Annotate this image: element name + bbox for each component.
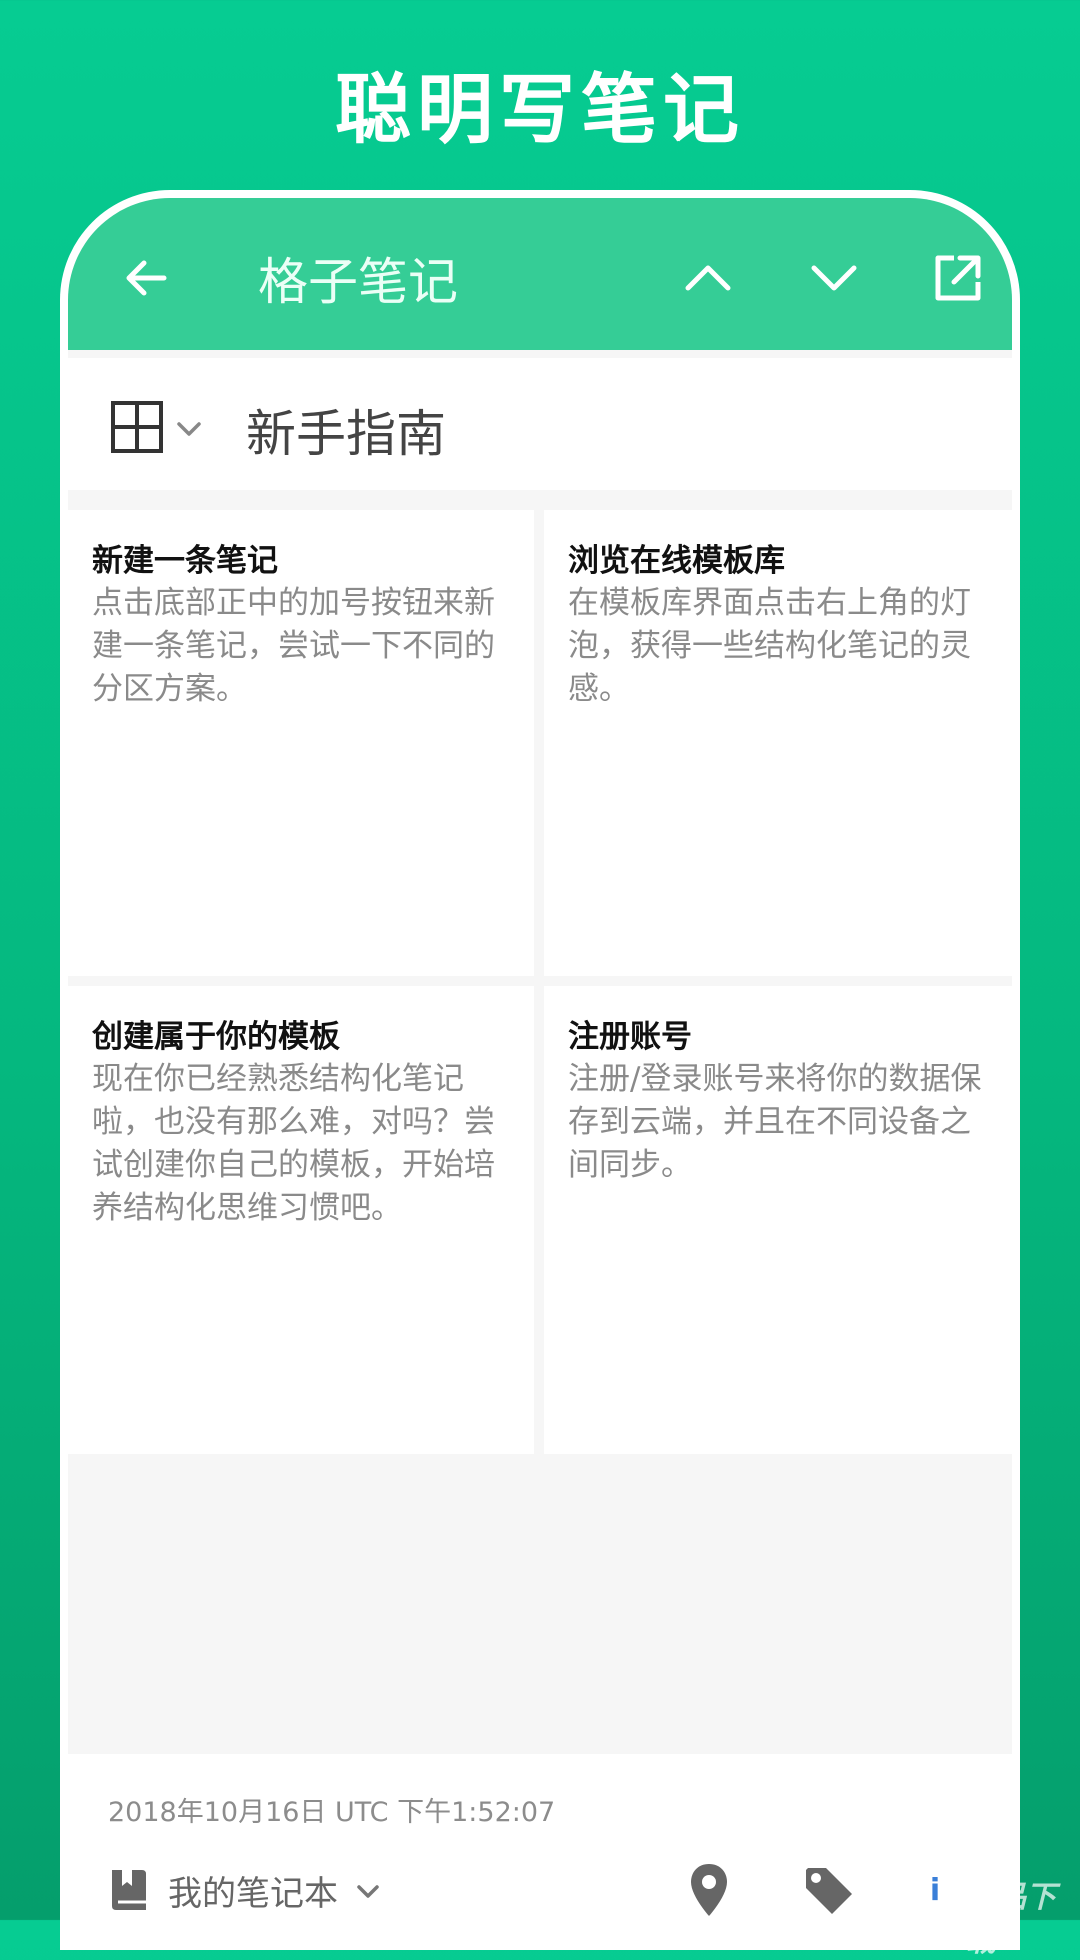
cell-title: 浏览在线模板库 bbox=[568, 543, 785, 579]
phone-frame: 格子笔记 新手指南 新建一条笔记 点击底部正中的加号按钮来新建一条笔记，尝试一下… bbox=[60, 190, 1020, 1950]
cell-body: 在模板库界面点击右上角的灯泡，获得一些结构化笔记的灵感。 bbox=[568, 585, 971, 707]
notebook-chevron-icon[interactable] bbox=[356, 1882, 380, 1902]
tag-icon[interactable] bbox=[802, 1864, 856, 1918]
watermark-logo: i 精品下载 bbox=[912, 1868, 1070, 1959]
layout-dropdown-chevron-icon[interactable] bbox=[176, 418, 202, 440]
cell-title: 创建属于你的模板 bbox=[92, 1019, 340, 1055]
promo-title: 聪明写笔记 bbox=[335, 65, 745, 154]
grid-cell[interactable]: 浏览在线模板库 在模板库界面点击右上角的灯泡，获得一些结构化笔记的灵感。 bbox=[544, 510, 1012, 976]
chevron-down-icon[interactable] bbox=[806, 250, 862, 306]
grid-cell[interactable]: 注册账号 注册/登录账号来将你的数据保存到云端，并且在不同设备之间同步。 bbox=[544, 986, 1012, 1454]
grid-cell[interactable]: 创建属于你的模板 现在你已经熟悉结构化笔记啦，也没有那么难，对吗？尝试创建你自己… bbox=[68, 986, 534, 1454]
location-pin-icon[interactable] bbox=[688, 1862, 730, 1918]
cell-body: 注册/登录账号来将你的数据保存到云端，并且在不同设备之间同步。 bbox=[568, 1061, 982, 1183]
note-footer: 2018年10月16日 UTC 下午1:52:07 我的笔记本 bbox=[68, 1754, 1012, 1950]
note-header: 新手指南 bbox=[68, 358, 1012, 490]
watermark-logo-icon: i bbox=[912, 1868, 958, 1914]
note-title[interactable]: 新手指南 bbox=[246, 394, 446, 466]
top-toolbar: 格子笔记 bbox=[68, 198, 1012, 350]
share-icon[interactable] bbox=[930, 250, 986, 306]
notebook-selector[interactable]: 我的笔记本 bbox=[168, 1866, 338, 1915]
cell-title: 注册账号 bbox=[568, 1019, 692, 1055]
cell-body: 点击底部正中的加号按钮来新建一条笔记，尝试一下不同的分区方案。 bbox=[92, 585, 495, 707]
grid-icon[interactable] bbox=[110, 400, 164, 454]
grid-cell[interactable]: 新建一条笔记 点击底部正中的加号按钮来新建一条笔记，尝试一下不同的分区方案。 bbox=[68, 510, 534, 976]
cell-title: 新建一条笔记 bbox=[92, 543, 278, 579]
watermark-text: 精品下载 bbox=[966, 1880, 1056, 1959]
book-icon[interactable] bbox=[108, 1866, 150, 1914]
app-screen: 格子笔记 新手指南 新建一条笔记 点击底部正中的加号按钮来新建一条笔记，尝试一下… bbox=[68, 198, 1012, 1950]
app-title: 格子笔记 bbox=[258, 253, 458, 311]
back-arrow-icon[interactable] bbox=[118, 250, 174, 306]
chevron-up-icon[interactable] bbox=[680, 250, 736, 306]
cell-body: 现在你已经熟悉结构化笔记啦，也没有那么难，对吗？尝试创建你自己的模板，开始培养结… bbox=[92, 1061, 495, 1226]
note-timestamp: 2018年10月16日 UTC 下午1:52:07 bbox=[108, 1797, 556, 1828]
